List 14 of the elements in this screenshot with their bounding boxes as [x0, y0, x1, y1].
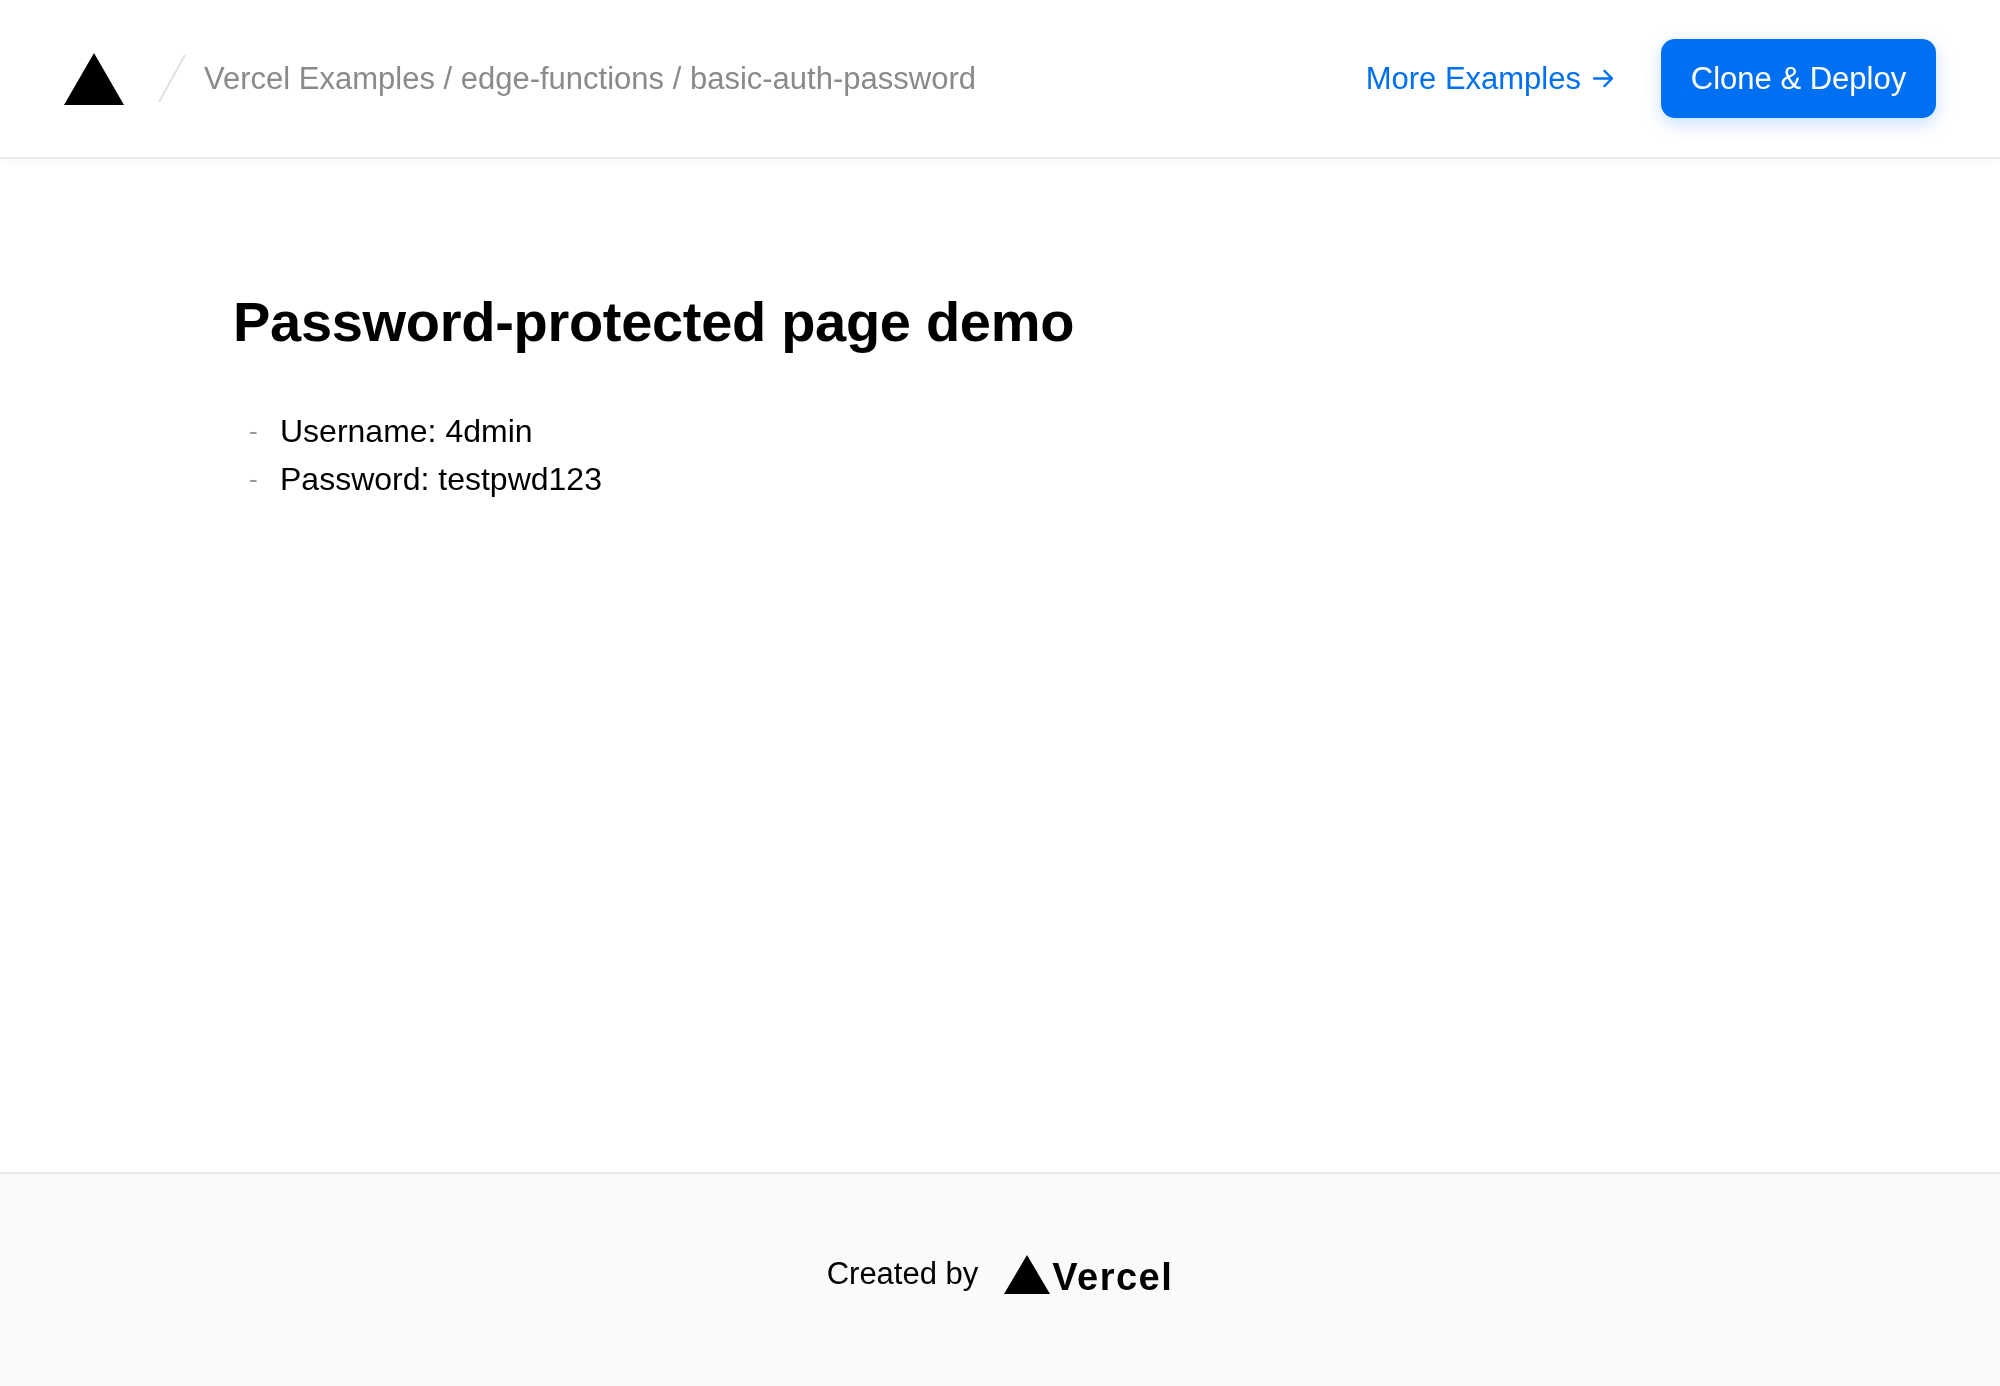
list-dash-marker: -	[249, 415, 259, 447]
credential-text: Username: 4dmin	[280, 412, 533, 450]
more-examples-link[interactable]: More Examples	[1365, 60, 1615, 97]
credential-text: Password: testpwd123	[280, 460, 602, 498]
list-dash-marker: -	[249, 463, 259, 495]
triangle-logo-icon[interactable]	[64, 52, 124, 105]
arrow-right-icon	[1592, 69, 1615, 88]
vercel-brand-link[interactable]: Vercel	[1004, 1254, 1174, 1294]
breadcrumb-text: Vercel Examples / edge-functions / basic-auth-password	[204, 60, 976, 97]
created-by-text: Created by	[826, 1256, 979, 1292]
slash-separator-icon	[158, 55, 186, 102]
triangle-logo-icon	[1004, 1254, 1051, 1294]
page-title: Password-protected page demo	[233, 289, 1075, 355]
clone-deploy-button[interactable]: Clone & Deploy	[1661, 39, 1936, 118]
